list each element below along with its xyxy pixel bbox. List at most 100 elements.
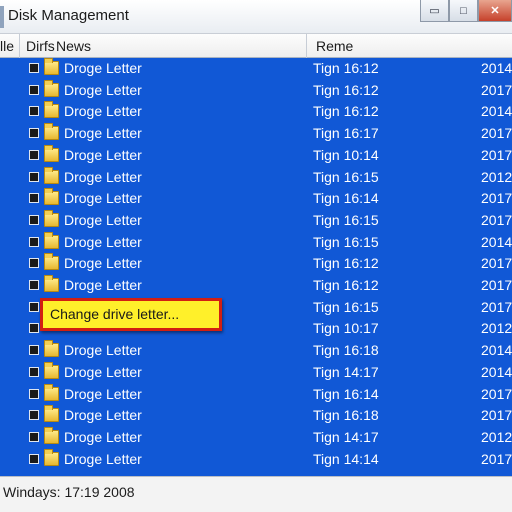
checkbox-icon[interactable] xyxy=(29,193,39,204)
checkbox-icon[interactable] xyxy=(29,280,39,290)
table-row[interactable]: Droge Letter Tign 14:14 2017 xyxy=(0,448,512,471)
checkbox-icon[interactable] xyxy=(29,323,39,334)
row-time: Tign 16:15 xyxy=(313,211,379,228)
row-year: 2017 xyxy=(481,146,512,163)
row-year: 2017 xyxy=(481,385,512,402)
folder-icon xyxy=(44,209,59,227)
row-time: Tign 10:14 xyxy=(313,146,379,163)
row-time: Tign 16:14 xyxy=(313,190,379,207)
row-time: Tign 16:15 xyxy=(313,233,379,250)
row-name: Droge Letter xyxy=(64,255,142,272)
row-time: Tign 16:18 xyxy=(313,407,379,424)
column-header-news[interactable]: News xyxy=(56,38,91,54)
row-time: Tign 10:17 xyxy=(313,320,379,337)
table-row[interactable]: Droge Letter Tign 10:14 2017 xyxy=(0,144,512,167)
table-row[interactable]: Droge Letter Tign 16:14 2017 xyxy=(0,188,512,210)
row-time: Tign 16:17 xyxy=(313,125,379,142)
table-row[interactable]: Droge Letter Tign 16:14 2017 xyxy=(0,383,512,406)
row-time: Tign 14:17 xyxy=(313,428,379,445)
row-time: Tign 16:12 xyxy=(313,81,379,98)
checkbox-icon[interactable] xyxy=(29,301,39,312)
table-row[interactable]: Droge Letter Tign 16:12 2017 xyxy=(0,253,512,275)
row-year: 2017 xyxy=(481,407,512,424)
folder-icon xyxy=(44,79,59,97)
table-row[interactable]: Droge Letter Tign 16:15 2017 xyxy=(0,209,512,232)
close-button[interactable]: ✕ xyxy=(478,0,512,22)
table-row[interactable]: Droge Letter Tign 16:12 2017 xyxy=(0,79,512,102)
row-year: 2017 xyxy=(481,450,512,467)
column-header-file[interactable]: lle xyxy=(0,38,14,54)
row-time: Tign 16:18 xyxy=(313,342,379,359)
row-year: 2012 xyxy=(481,168,512,185)
column-divider[interactable] xyxy=(19,34,20,58)
column-header-bar: lle Dirfs News Reme xyxy=(0,34,512,58)
checkbox-icon[interactable] xyxy=(29,258,39,269)
table-row[interactable]: Droge Letter Tign 16:12 2014 xyxy=(0,101,512,123)
folder-icon xyxy=(44,123,59,141)
column-header-reme[interactable]: Reme xyxy=(316,38,353,54)
row-time: Tign 16:15 xyxy=(313,298,379,315)
table-row[interactable]: Droge Letter Tign 14:17 2014 xyxy=(0,361,512,384)
row-year: 2012 xyxy=(481,320,512,337)
folder-icon xyxy=(44,58,59,75)
row-year: 2017 xyxy=(481,81,512,98)
disk-management-window: Disk Management ▭ □ ✕ lle Dirfs News Rem… xyxy=(0,0,512,512)
row-name: Droge Letter xyxy=(64,168,142,185)
folder-icon xyxy=(44,426,59,444)
minimize-button[interactable]: ▭ xyxy=(420,0,449,22)
checkbox-icon[interactable] xyxy=(29,63,39,73)
folder-icon xyxy=(44,231,59,249)
row-name: Droge Letter xyxy=(64,60,142,76)
row-year: 2014 xyxy=(481,233,512,250)
row-name: Droge Letter xyxy=(64,233,142,250)
folder-icon xyxy=(44,188,59,206)
volume-list[interactable]: Droge Letter Tign 16:12 2014 Droge Letter Ti… xyxy=(0,58,512,476)
row-name: Droge Letter xyxy=(64,385,142,402)
row-name: Droge Letter xyxy=(64,125,142,142)
checkbox-icon[interactable] xyxy=(29,410,39,421)
checkbox-icon[interactable] xyxy=(29,453,39,464)
table-row[interactable]: Droge Letter Tign 16:18 2017 xyxy=(0,405,512,427)
checkbox-icon[interactable] xyxy=(29,388,39,399)
column-header-dirfs[interactable]: Dirfs xyxy=(26,38,55,54)
checkbox-icon[interactable] xyxy=(29,84,39,95)
maximize-button[interactable]: □ xyxy=(449,0,478,22)
row-year: 2014 xyxy=(481,60,512,76)
row-time: Tign 16:12 xyxy=(313,255,379,272)
checkbox-icon[interactable] xyxy=(29,171,39,182)
row-name: Droge Letter xyxy=(64,103,142,120)
row-name: Droge Letter xyxy=(64,81,142,98)
row-time: Tign 16:14 xyxy=(313,385,379,402)
row-name: Droge Letter xyxy=(64,211,142,228)
table-row[interactable]: Droge Letter Tign 16:15 2012 xyxy=(0,166,512,189)
checkbox-icon[interactable] xyxy=(29,128,39,139)
folder-icon xyxy=(44,383,59,401)
row-name: Droge Letter xyxy=(64,190,142,207)
checkbox-icon[interactable] xyxy=(29,431,39,442)
checkbox-icon[interactable] xyxy=(29,345,39,356)
row-time: Tign 14:17 xyxy=(313,363,379,380)
table-row[interactable]: Droge Letter Tign 16:12 2017 xyxy=(0,275,512,297)
change-drive-letter-popup[interactable]: Change drive letter... xyxy=(40,298,222,331)
table-row[interactable]: Droge Letter Tign 16:17 2017 xyxy=(0,123,512,145)
column-divider[interactable] xyxy=(306,34,307,58)
row-year: 2017 xyxy=(481,125,512,142)
checkbox-icon[interactable] xyxy=(29,149,39,160)
window-controls: ▭ □ ✕ xyxy=(420,0,512,22)
row-year: 2017 xyxy=(481,298,512,315)
folder-icon xyxy=(44,101,59,119)
table-row[interactable]: Droge Letter Tign 16:12 2014 xyxy=(0,58,512,80)
table-row[interactable]: Droge Letter Tign 16:18 2014 xyxy=(0,340,512,362)
row-year: 2014 xyxy=(481,342,512,359)
checkbox-icon[interactable] xyxy=(29,366,39,377)
table-row[interactable]: Droge Letter Tign 16:15 2014 xyxy=(0,231,512,254)
table-row[interactable]: Droge Letter Tign 14:17 2012 xyxy=(0,426,512,449)
checkbox-icon[interactable] xyxy=(29,214,39,225)
folder-icon xyxy=(44,448,59,466)
folder-icon xyxy=(44,340,59,358)
title-bar[interactable]: Disk Management ▭ □ ✕ xyxy=(0,0,512,34)
row-name: Droge Letter xyxy=(64,277,142,293)
checkbox-icon[interactable] xyxy=(29,236,39,247)
row-time: Tign 16:12 xyxy=(313,277,379,293)
checkbox-icon[interactable] xyxy=(29,106,39,117)
